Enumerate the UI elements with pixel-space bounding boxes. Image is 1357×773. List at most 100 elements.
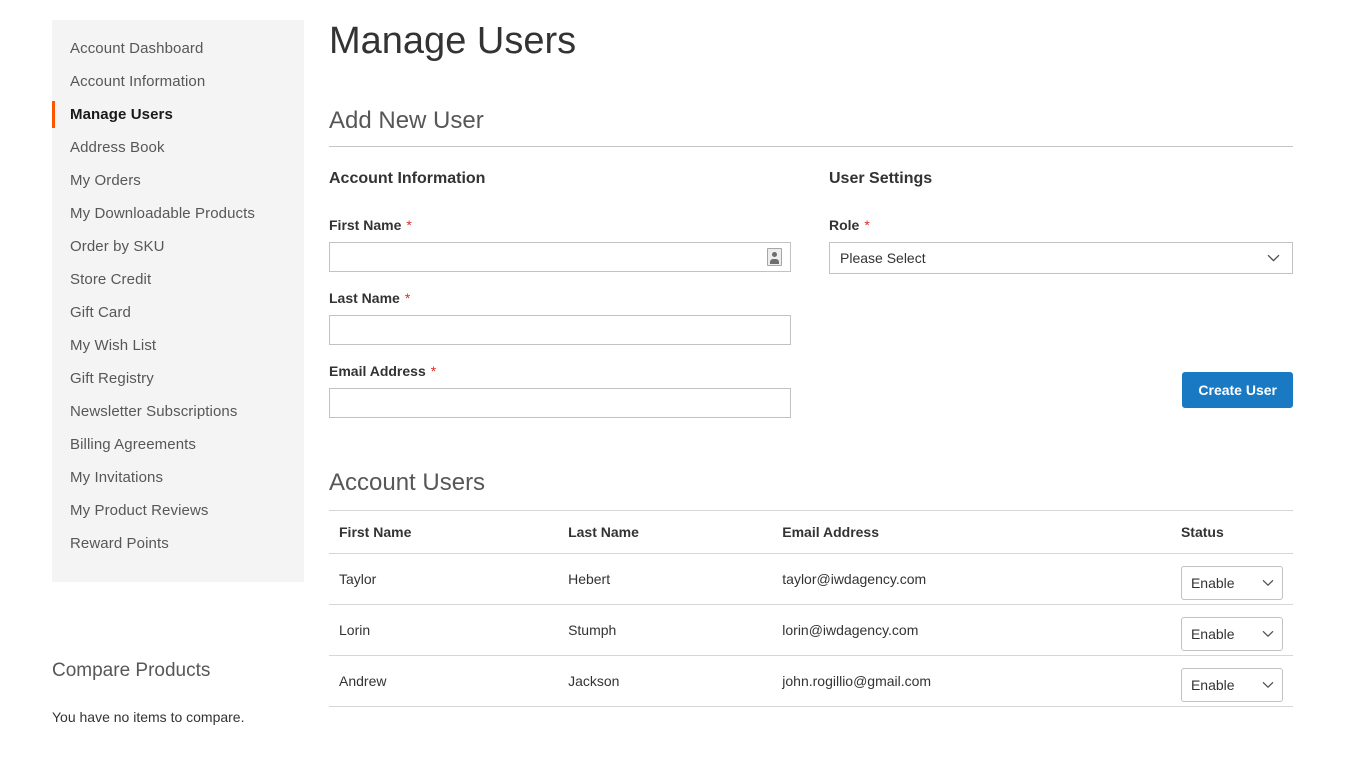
cell-status: Enable bbox=[1170, 655, 1293, 707]
role-label-text: Role bbox=[829, 217, 860, 233]
main-content: Manage Users Add New User Account Inform… bbox=[329, 0, 1293, 707]
last-name-input[interactable] bbox=[329, 315, 791, 345]
cell-first-name: Lorin bbox=[329, 604, 559, 656]
sidebar-item-my-product-reviews[interactable]: My Product Reviews bbox=[52, 494, 304, 527]
sidebar-item-gift-registry[interactable]: Gift Registry bbox=[52, 362, 304, 395]
add-new-user-legend: Add New User bbox=[329, 107, 484, 134]
first-name-label-text: First Name bbox=[329, 217, 402, 233]
email-address-input-wrap bbox=[329, 388, 791, 418]
column-header-first-name: First Name bbox=[329, 510, 559, 554]
required-asterisk: * bbox=[406, 217, 412, 233]
sidebar-item-label: Billing Agreements bbox=[70, 436, 197, 453]
sidebar-item-label: My Wish List bbox=[70, 337, 157, 354]
email-address-label-text: Email Address bbox=[329, 363, 426, 379]
first-name-field-group: First Name * bbox=[329, 217, 829, 272]
sidebar-item-label: Account Dashboard bbox=[70, 40, 204, 57]
cell-last-name: Stumph bbox=[558, 604, 773, 656]
account-users-table: First Name Last Name Email Address Statu… bbox=[329, 510, 1293, 707]
sidebar-item-newsletter-subscriptions[interactable]: Newsletter Subscriptions bbox=[52, 395, 304, 428]
sidebar-item-manage-users[interactable]: Manage Users bbox=[52, 98, 304, 131]
sidebar-item-billing-agreements[interactable]: Billing Agreements bbox=[52, 428, 304, 461]
cell-last-name: Jackson bbox=[558, 655, 773, 707]
sidebar-item-label: My Product Reviews bbox=[70, 502, 209, 519]
column-header-last-name: Last Name bbox=[558, 510, 773, 554]
table-body: Taylor Hebert taylor@iwdagency.com Enabl… bbox=[329, 553, 1293, 707]
create-user-button[interactable]: Create User bbox=[1182, 372, 1293, 408]
status-select-value: Enable bbox=[1190, 575, 1235, 591]
sidebar-item-label: Store Credit bbox=[70, 271, 152, 288]
sidebar-item-label: Order by SKU bbox=[70, 238, 165, 255]
sidebar-item-label: Newsletter Subscriptions bbox=[70, 403, 238, 420]
last-name-field-group: Last Name * bbox=[329, 290, 829, 345]
cell-email: taylor@iwdagency.com bbox=[772, 553, 1171, 605]
table-header-row: First Name Last Name Email Address Statu… bbox=[329, 510, 1293, 554]
account-information-sub-legend: Account Information bbox=[329, 170, 486, 187]
cell-first-name: Taylor bbox=[329, 553, 559, 605]
compare-products-block: Compare Products You have no items to co… bbox=[52, 660, 304, 726]
table-row: Taylor Hebert taylor@iwdagency.com Enabl… bbox=[329, 553, 1293, 605]
sidebar-item-my-invitations[interactable]: My Invitations bbox=[52, 461, 304, 494]
status-select[interactable]: Enable bbox=[1180, 617, 1283, 651]
first-name-label: First Name * bbox=[329, 217, 829, 234]
sidebar-item-address-book[interactable]: Address Book bbox=[52, 131, 304, 164]
autofill-contact-card-icon[interactable] bbox=[767, 248, 782, 266]
sidebar-item-label: My Orders bbox=[70, 172, 141, 189]
role-label: Role * bbox=[829, 217, 1293, 234]
sidebar-item-label: Gift Registry bbox=[70, 370, 154, 387]
last-name-label: Last Name * bbox=[329, 290, 829, 307]
status-select[interactable]: Enable bbox=[1180, 566, 1283, 600]
user-settings-sub-legend: User Settings bbox=[829, 170, 933, 187]
sidebar-item-label: Gift Card bbox=[70, 304, 131, 321]
account-users-legend: Account Users bbox=[329, 469, 486, 496]
status-select-value: Enable bbox=[1190, 626, 1235, 642]
required-asterisk: * bbox=[864, 217, 870, 233]
chevron-down-icon bbox=[1267, 243, 1280, 273]
add-new-user-divider bbox=[329, 146, 1293, 147]
sidebar-item-gift-card[interactable]: Gift Card bbox=[52, 296, 304, 329]
compare-products-empty-message: You have no items to compare. bbox=[52, 709, 245, 725]
last-name-input-wrap bbox=[329, 315, 791, 345]
sidebar-item-my-orders[interactable]: My Orders bbox=[52, 164, 304, 197]
cell-status: Enable bbox=[1170, 604, 1293, 656]
table-row: Lorin Stumph lorin@iwdagency.com Enable bbox=[329, 604, 1293, 656]
cell-email: john.rogillio@gmail.com bbox=[772, 655, 1171, 707]
form-actions: Create User bbox=[829, 372, 1293, 418]
cell-email: lorin@iwdagency.com bbox=[772, 604, 1171, 656]
sidebar-item-my-downloadable-products[interactable]: My Downloadable Products bbox=[52, 197, 304, 230]
sidebar-item-label: Reward Points bbox=[70, 535, 169, 552]
column-header-status: Status bbox=[1170, 510, 1293, 554]
status-select-value: Enable bbox=[1190, 677, 1235, 693]
first-name-input[interactable] bbox=[329, 242, 791, 272]
table-row: Andrew Jackson john.rogillio@gmail.com E… bbox=[329, 655, 1293, 707]
sidebar-item-account-information[interactable]: Account Information bbox=[52, 65, 304, 98]
account-sidebar: Account Dashboard Account Information Ma… bbox=[52, 20, 304, 582]
email-address-field-group: Email Address * bbox=[329, 363, 829, 418]
role-select-value: Please Select bbox=[840, 250, 926, 266]
column-header-email-address: Email Address bbox=[772, 510, 1171, 554]
sidebar-item-label: My Invitations bbox=[70, 469, 164, 486]
account-information-fieldset: Account Information First Name * Last Nam… bbox=[329, 169, 829, 436]
status-select[interactable]: Enable bbox=[1180, 668, 1283, 702]
account-nav-list: Account Dashboard Account Information Ma… bbox=[52, 20, 304, 582]
role-select[interactable]: Please Select bbox=[829, 242, 1293, 274]
email-address-input[interactable] bbox=[329, 388, 791, 418]
sidebar-item-order-by-sku[interactable]: Order by SKU bbox=[52, 230, 304, 263]
sidebar-item-reward-points[interactable]: Reward Points bbox=[52, 527, 304, 560]
sidebar-item-label: Manage Users bbox=[70, 106, 173, 123]
first-name-input-wrap bbox=[329, 242, 791, 272]
sidebar-item-label: Address Book bbox=[70, 139, 165, 156]
required-asterisk: * bbox=[430, 363, 437, 379]
sidebar-item-label: Account Information bbox=[70, 73, 206, 90]
role-field-group: Role * Please Select bbox=[829, 217, 1293, 274]
email-address-label: Email Address * bbox=[329, 363, 829, 380]
user-settings-fieldset: User Settings Role * Please Select Create… bbox=[829, 169, 1293, 436]
sidebar-item-account-dashboard[interactable]: Account Dashboard bbox=[52, 32, 304, 65]
sidebar-item-my-wish-list[interactable]: My Wish List bbox=[52, 329, 304, 362]
sidebar-item-store-credit[interactable]: Store Credit bbox=[52, 263, 304, 296]
table-head: First Name Last Name Email Address Statu… bbox=[329, 510, 1293, 554]
page-root: Account Dashboard Account Information Ma… bbox=[0, 0, 1357, 773]
chevron-down-icon bbox=[1262, 669, 1274, 701]
cell-last-name: Hebert bbox=[558, 553, 773, 605]
add-user-form: Account Information First Name * Last Nam… bbox=[329, 169, 1293, 436]
page-title: Manage Users bbox=[329, 20, 577, 62]
